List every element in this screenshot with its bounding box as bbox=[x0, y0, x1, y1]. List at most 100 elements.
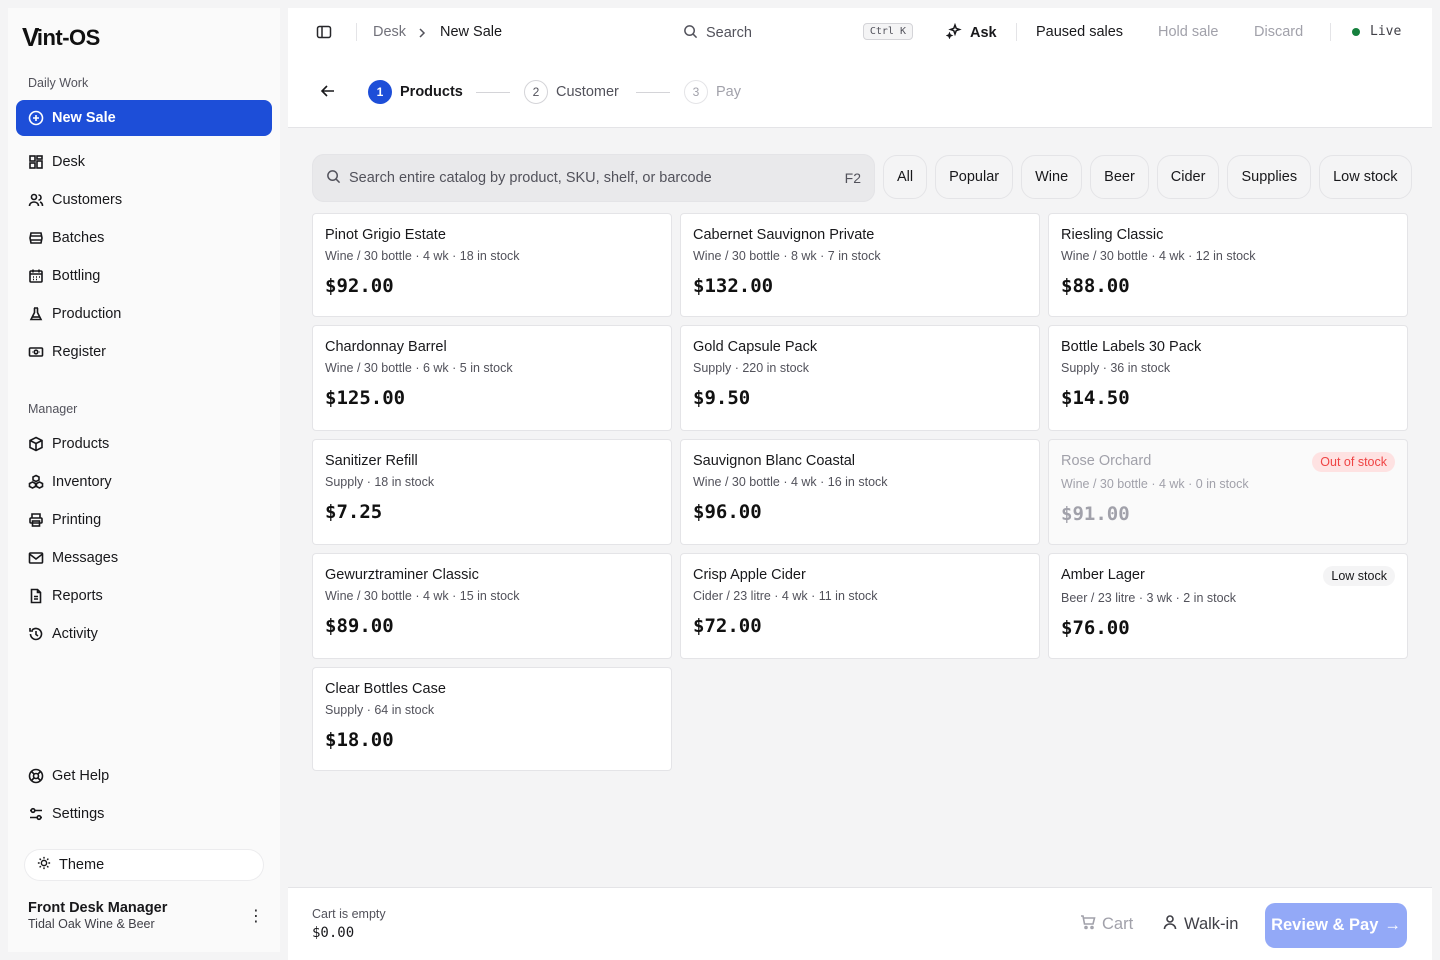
sidebar-item-label: Printing bbox=[52, 512, 102, 528]
product-price: $91.00 bbox=[1061, 503, 1130, 525]
sidebar-item-production[interactable]: Production bbox=[16, 296, 272, 332]
filter-chip-popular[interactable]: Popular bbox=[935, 155, 1014, 199]
ask-label: Ask bbox=[970, 25, 997, 41]
review-and-pay-button[interactable]: Review & Pay → bbox=[1265, 903, 1407, 948]
filter-chip-low-stock[interactable]: Low stock bbox=[1319, 155, 1412, 199]
sidebar-toggle-icon[interactable] bbox=[316, 24, 332, 43]
sidebar-item-new-sale[interactable]: New Sale bbox=[16, 100, 272, 136]
sidebar-item-printing[interactable]: Printing bbox=[16, 502, 272, 538]
product-card[interactable]: Clear Bottles Case Supply · 64 in stock … bbox=[312, 667, 672, 771]
global-search-input[interactable]: Search Ctrl K bbox=[671, 18, 921, 48]
sidebar-item-products[interactable]: Products bbox=[16, 426, 272, 462]
sidebar-item-inventory[interactable]: Inventory bbox=[16, 464, 272, 500]
catalog-search-placeholder: Search entire catalog by product, SKU, s… bbox=[349, 170, 712, 186]
product-price: $125.00 bbox=[325, 387, 406, 409]
theme-toggle-button[interactable]: Theme bbox=[25, 850, 263, 880]
product-card[interactable]: Crisp Apple Cider Cider / 23 litre · 4 w… bbox=[680, 553, 1040, 659]
product-card[interactable]: Chardonnay Barrel Wine / 30 bottle · 6 w… bbox=[312, 325, 672, 431]
sidebar-item-label: Production bbox=[52, 306, 122, 322]
step-label: Customer bbox=[556, 84, 619, 100]
step-customer[interactable]: 2 Customer bbox=[524, 80, 619, 104]
app-logo[interactable]: Vint-OS bbox=[22, 22, 100, 53]
sidebar-item-messages[interactable]: Messages bbox=[16, 540, 272, 576]
product-name: Sauvignon Blanc Coastal bbox=[693, 453, 856, 469]
product-name: Sanitizer Refill bbox=[325, 453, 418, 469]
search-icon bbox=[326, 169, 341, 187]
live-status: Live bbox=[1352, 24, 1401, 39]
live-label: Live bbox=[1370, 24, 1402, 39]
product-price: $88.00 bbox=[1061, 275, 1130, 297]
back-arrow-icon[interactable] bbox=[320, 83, 336, 102]
catalog-search-shortcut: F2 bbox=[844, 170, 861, 186]
sidebar-item-customers[interactable]: Customers bbox=[16, 182, 272, 218]
product-meta: Wine / 30 bottle · 8 wk · 7 in stock bbox=[693, 249, 881, 263]
sidebar-item-label: Reports bbox=[52, 588, 103, 604]
step-pay[interactable]: 3 Pay bbox=[684, 80, 741, 104]
breadcrumb-desk[interactable]: Desk bbox=[373, 24, 406, 40]
section-title-manager: Manager bbox=[28, 402, 78, 416]
product-price: $76.00 bbox=[1061, 617, 1130, 639]
sidebar-item-desk[interactable]: Desk bbox=[16, 144, 272, 180]
sliders-icon bbox=[28, 806, 44, 822]
filter-chip-beer[interactable]: Beer bbox=[1090, 155, 1149, 199]
sidebar: Vint-OS Daily Work New Sale Desk Custome… bbox=[8, 8, 280, 952]
product-meta: Supply · 64 in stock bbox=[325, 703, 435, 717]
product-meta: Cider / 23 litre · 4 wk · 11 in stock bbox=[693, 589, 878, 603]
product-price: $132.00 bbox=[693, 275, 774, 297]
hold-sale-button[interactable]: Hold sale bbox=[1158, 24, 1218, 40]
product-price: $9.50 bbox=[693, 387, 751, 409]
cart-button[interactable]: Cart bbox=[1080, 914, 1133, 935]
paused-sales-button[interactable]: Paused sales bbox=[1036, 24, 1123, 40]
product-card[interactable]: Pinot Grigio Estate Wine / 30 bottle · 4… bbox=[312, 213, 672, 317]
product-meta: Wine / 30 bottle · 4 wk · 16 in stock bbox=[693, 475, 888, 489]
filter-chip-all[interactable]: All bbox=[883, 155, 928, 199]
sidebar-item-reports[interactable]: Reports bbox=[16, 578, 272, 614]
sidebar-item-batches[interactable]: Batches bbox=[16, 220, 272, 256]
sidebar-item-register[interactable]: Register bbox=[16, 334, 272, 370]
sidebar-item-bottling[interactable]: Bottling bbox=[16, 258, 272, 294]
user-profile[interactable]: Front Desk Manager Tidal Oak Wine & Beer… bbox=[28, 900, 268, 931]
user-icon bbox=[1162, 914, 1184, 935]
product-card-low-stock[interactable]: Amber Lager Low stock Beer / 23 litre · … bbox=[1048, 553, 1408, 659]
product-card-out-of-stock[interactable]: Rose Orchard Out of stock Wine / 30 bott… bbox=[1048, 439, 1408, 545]
sun-icon bbox=[37, 856, 59, 874]
product-card[interactable]: Cabernet Sauvignon Private Wine / 30 bot… bbox=[680, 213, 1040, 317]
more-vertical-icon[interactable]: ⋮ bbox=[248, 906, 264, 926]
divider bbox=[1330, 23, 1331, 41]
walk-in-button[interactable]: Walk-in bbox=[1162, 914, 1238, 935]
step-products[interactable]: 1 Products bbox=[368, 80, 463, 104]
product-card[interactable]: Gold Capsule Pack Supply · 220 in stock … bbox=[680, 325, 1040, 431]
low-stock-badge: Low stock bbox=[1323, 566, 1395, 586]
divider bbox=[1016, 23, 1017, 41]
sidebar-item-get-help[interactable]: Get Help bbox=[16, 758, 272, 794]
sidebar-item-activity[interactable]: Activity bbox=[16, 616, 272, 652]
filter-chip-cider[interactable]: Cider bbox=[1156, 155, 1220, 199]
product-meta: Wine / 30 bottle · 4 wk · 18 in stock bbox=[325, 249, 520, 263]
product-name: Bottle Labels 30 Pack bbox=[1061, 339, 1202, 355]
calendar-icon bbox=[28, 268, 44, 284]
product-meta: Wine / 30 bottle · 4 wk · 0 in stock bbox=[1061, 477, 1249, 491]
filter-chips: All Popular Wine Beer Cider Supplies Low… bbox=[883, 155, 1412, 199]
product-name: Gewurztraminer Classic bbox=[325, 567, 479, 583]
product-meta: Supply · 18 in stock bbox=[325, 475, 435, 489]
filter-chip-wine[interactable]: Wine bbox=[1021, 155, 1083, 199]
ask-button[interactable]: Ask bbox=[936, 18, 1007, 48]
sidebar-item-label: Inventory bbox=[52, 474, 112, 490]
logo-text: int-OS bbox=[36, 24, 101, 50]
breadcrumb-current: New Sale bbox=[440, 24, 503, 40]
product-name: Riesling Classic bbox=[1061, 227, 1164, 243]
catalog-search-input[interactable]: Search entire catalog by product, SKU, s… bbox=[312, 154, 875, 202]
printer-icon bbox=[28, 512, 44, 528]
product-card[interactable]: Bottle Labels 30 Pack Supply · 36 in sto… bbox=[1048, 325, 1408, 431]
product-card[interactable]: Gewurztraminer Classic Wine / 30 bottle … bbox=[312, 553, 672, 659]
sidebar-item-label: New Sale bbox=[52, 110, 116, 126]
discard-button[interactable]: Discard bbox=[1254, 24, 1303, 40]
box-icon bbox=[28, 436, 44, 452]
filter-chip-supplies[interactable]: Supplies bbox=[1227, 155, 1312, 199]
product-card[interactable]: Sauvignon Blanc Coastal Wine / 30 bottle… bbox=[680, 439, 1040, 545]
boxes-icon bbox=[28, 474, 44, 490]
product-card[interactable]: Sanitizer Refill Supply · 18 in stock $7… bbox=[312, 439, 672, 545]
product-price: $7.25 bbox=[325, 501, 383, 523]
sidebar-item-settings[interactable]: Settings bbox=[16, 796, 272, 832]
product-card[interactable]: Riesling Classic Wine / 30 bottle · 4 wk… bbox=[1048, 213, 1408, 317]
